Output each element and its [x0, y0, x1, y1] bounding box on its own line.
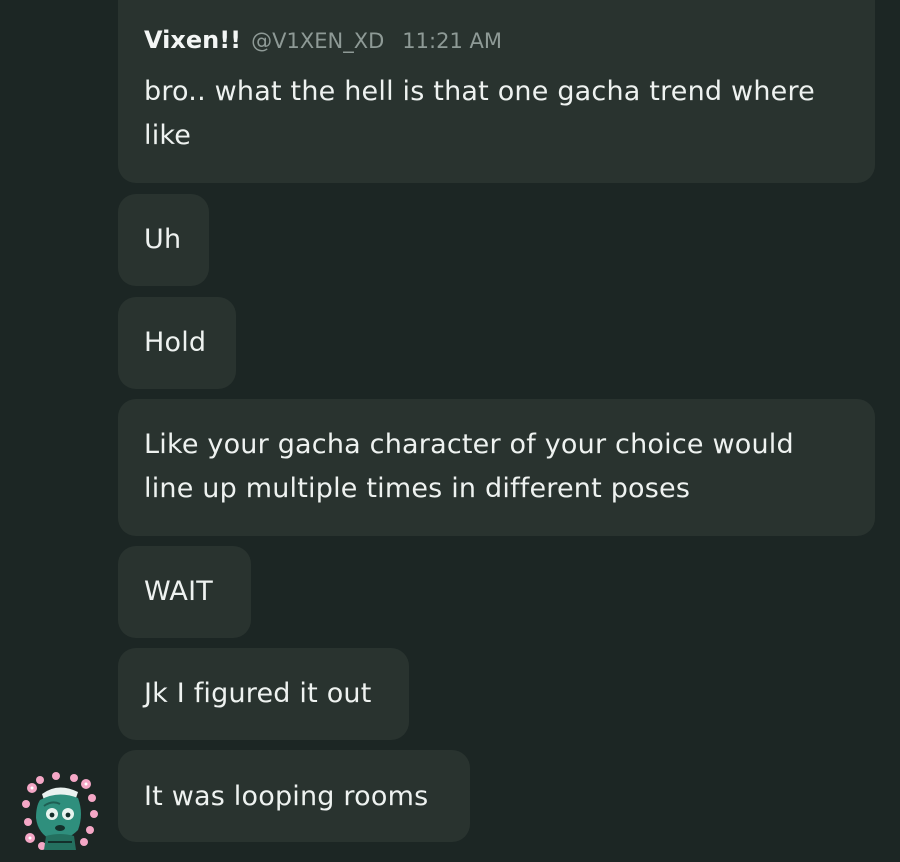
message-header: Vixen!! @V1XEN_XD 11:21 AM	[144, 26, 849, 66]
message-text: Like your gacha character of your choice…	[144, 429, 803, 504]
message-text: WAIT	[144, 576, 213, 607]
message-text: It was looping rooms	[144, 781, 429, 812]
message-bubble-2[interactable]: Uh	[118, 194, 209, 286]
message-text: Uh	[144, 224, 182, 255]
message-bubble-6[interactable]: Jk I figured it out	[118, 648, 409, 740]
message-bubble-4[interactable]: Like your gacha character of your choice…	[118, 399, 875, 536]
message-bubble-3[interactable]: Hold	[118, 297, 236, 389]
message-bubble-7[interactable]: It was looping rooms	[118, 750, 470, 842]
message-text: Hold	[144, 327, 207, 358]
user-avatar[interactable]	[18, 770, 102, 854]
author-handle[interactable]: @V1XEN_XD	[251, 29, 384, 53]
message-bubble-5[interactable]: WAIT	[118, 546, 251, 638]
message-text: bro.. what the hell is that one gacha tr…	[144, 76, 824, 151]
message-bubble-1[interactable]: Vixen!! @V1XEN_XD 11:21 AM bro.. what th…	[118, 0, 875, 183]
message-text: Jk I figured it out	[144, 678, 372, 709]
message-timestamp: 11:21 AM	[402, 29, 502, 53]
author-name[interactable]: Vixen!!	[144, 26, 241, 54]
avatar-icon	[22, 772, 98, 850]
